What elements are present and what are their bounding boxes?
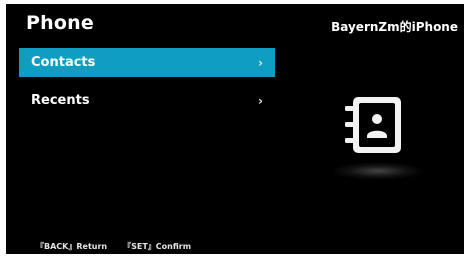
- contacts-book-icon: [345, 97, 401, 153]
- footer-hints: 『BACK』Return 『SET』Confirm: [36, 241, 191, 252]
- menu-item-label: Recents: [31, 93, 90, 108]
- menu-item-recents[interactable]: Recents ›: [19, 86, 275, 115]
- icon-reflection: [332, 162, 424, 180]
- page-title: Phone: [26, 12, 94, 34]
- phone-screen: Phone BayernZm的iPhone Contacts › Recents…: [6, 4, 464, 254]
- back-hint: 『BACK』Return: [36, 242, 108, 251]
- confirm-hint: 『SET』Confirm: [123, 242, 192, 251]
- menu-item-contacts[interactable]: Contacts ›: [19, 48, 275, 77]
- chevron-right-icon: ›: [258, 55, 263, 70]
- menu-item-label: Contacts: [31, 55, 96, 70]
- chevron-right-icon: ›: [258, 93, 263, 108]
- connected-device-name: BayernZm的iPhone: [331, 20, 458, 34]
